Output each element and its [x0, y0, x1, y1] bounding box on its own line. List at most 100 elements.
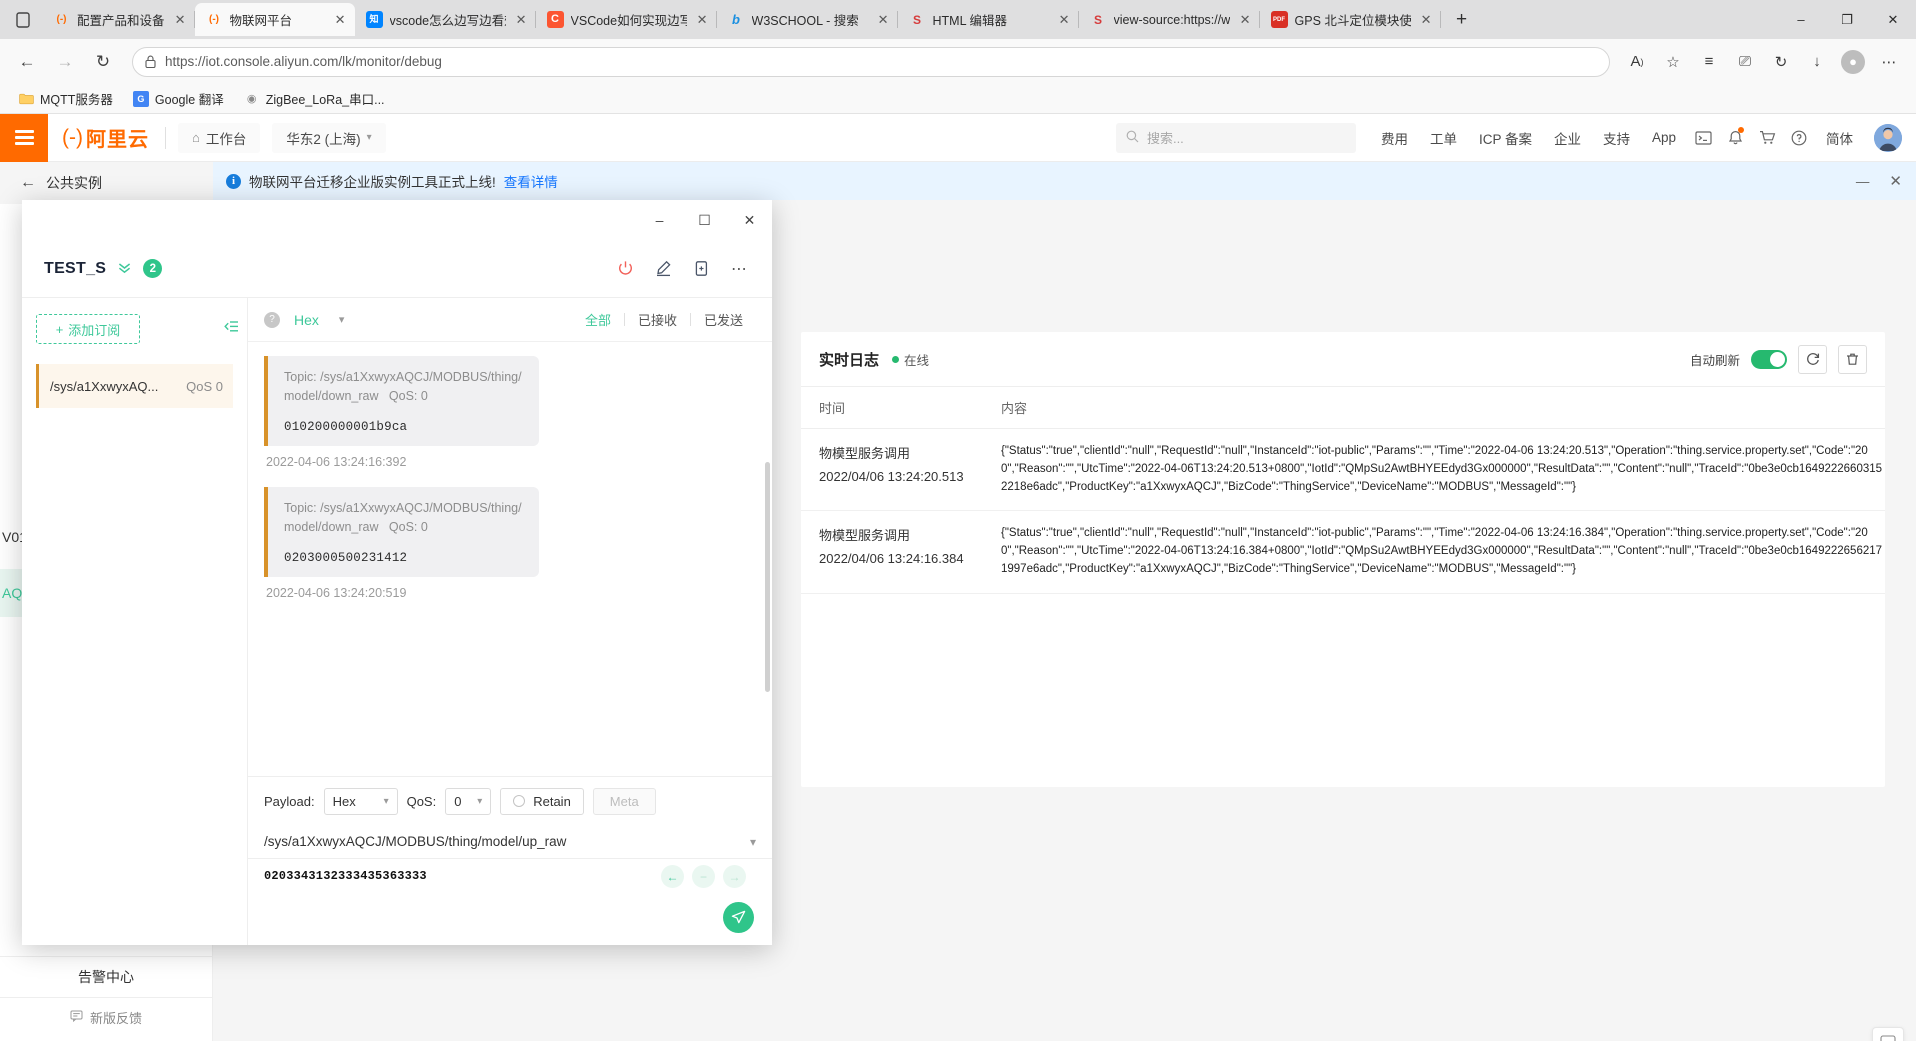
copy-icon[interactable]: [690, 258, 712, 280]
bookmark-google-translate[interactable]: G Google 翻译: [125, 86, 232, 111]
bookmark-mqtt-server[interactable]: MQTT服务器: [10, 86, 121, 111]
language-selector[interactable]: 简体: [1815, 128, 1864, 148]
history-icon[interactable]: ↻: [1764, 45, 1798, 79]
browser-tab-0[interactable]: (-) 配置产品和设备 ✕: [42, 3, 195, 36]
connection-name: TEST_S: [44, 260, 106, 278]
cart-icon[interactable]: [1751, 122, 1783, 154]
browser-tab-5[interactable]: S HTML 编辑器 ✕: [898, 3, 1079, 36]
forward-icon[interactable]: →: [48, 45, 82, 79]
retain-checkbox[interactable]: Retain: [500, 788, 584, 815]
auto-refresh-label: 自动刷新: [1690, 350, 1740, 369]
hamburger-icon[interactable]: [0, 114, 48, 162]
close-icon[interactable]: ✕: [694, 11, 711, 28]
header-link-app[interactable]: App: [1641, 130, 1687, 145]
header-link-enterprise[interactable]: 企业: [1543, 128, 1592, 148]
list-item[interactable]: /sys/a1XxwyxAQ... QoS 0: [36, 364, 233, 408]
browser-tab-6[interactable]: S view-source:https://www. ✕: [1079, 3, 1260, 36]
history-prev-icon[interactable]: ←: [661, 865, 684, 888]
close-icon[interactable]: ✕: [1418, 11, 1435, 28]
search-input[interactable]: 搜索...: [1116, 123, 1356, 153]
scrollbar[interactable]: [765, 462, 770, 692]
meta-button[interactable]: Meta: [593, 788, 656, 815]
close-icon[interactable]: ✕: [1237, 11, 1254, 28]
minimize-window-button[interactable]: –: [1778, 0, 1824, 39]
public-instance-link[interactable]: ← 公共实例: [0, 162, 213, 204]
chat-bubble-icon[interactable]: [1872, 1027, 1904, 1041]
more-icon[interactable]: ⋯: [728, 258, 750, 280]
filter-received[interactable]: 已接收: [625, 310, 690, 329]
list-item[interactable]: Topic: /sys/a1XxwyxAQCJ/MODBUS/thing/mod…: [264, 356, 539, 446]
browser-tab-3[interactable]: C VSCode如何实现边写边改 ✕: [536, 3, 717, 36]
close-icon[interactable]: ✕: [332, 11, 349, 28]
bookmark-zigbee-lora[interactable]: ◉ ZigBee_LoRa_串口...: [236, 86, 393, 111]
collections-icon[interactable]: ≡: [1692, 45, 1726, 79]
edit-icon[interactable]: [652, 258, 674, 280]
avatar[interactable]: [1874, 124, 1902, 152]
minimize-window-button[interactable]: –: [637, 200, 682, 240]
restore-window-button[interactable]: ❐: [1824, 0, 1870, 39]
close-icon[interactable]: ✕: [172, 11, 189, 28]
refresh-icon[interactable]: [1798, 345, 1827, 374]
help-icon[interactable]: [1783, 122, 1815, 154]
history-next-icon[interactable]: →: [723, 865, 746, 888]
history-minus-icon[interactable]: −: [692, 865, 715, 888]
power-icon[interactable]: [614, 258, 636, 280]
table-row[interactable]: 物模型服务调用 2022/04/06 13:24:20.513 {"Status…: [801, 429, 1885, 511]
double-chevron-down-icon[interactable]: [117, 260, 132, 278]
terminal-icon[interactable]: [1687, 122, 1719, 154]
notice-detail-link[interactable]: 查看详情: [504, 171, 558, 191]
downloads-icon[interactable]: ↓: [1800, 45, 1834, 79]
message-format-label[interactable]: Hex: [294, 312, 319, 328]
notice-close-button[interactable]: ✕: [1889, 172, 1902, 190]
new-tab-button[interactable]: +: [1447, 5, 1477, 35]
collapse-panel-icon[interactable]: [224, 320, 239, 337]
notice-minimize-button[interactable]: —: [1856, 174, 1870, 189]
close-icon[interactable]: ✕: [1056, 11, 1073, 28]
retain-label: Retain: [533, 794, 571, 809]
maximize-window-button[interactable]: ☐: [682, 200, 727, 240]
compose-editor[interactable]: 0203343132333435363333 ← − →: [248, 859, 772, 945]
browser-tab-7[interactable]: PDF GPS 北斗定位模块使用说明 ✕: [1260, 3, 1441, 36]
bell-icon[interactable]: [1719, 122, 1751, 154]
qos-select[interactable]: 0 ▾: [445, 788, 491, 815]
browser-tab-4[interactable]: b W3SCHOOL - 搜索 ✕: [717, 3, 898, 36]
settings-more-icon[interactable]: ⋯: [1872, 45, 1906, 79]
close-window-button[interactable]: ✕: [727, 200, 772, 240]
browser-tab-2[interactable]: 知 vscode怎么边写边看效果 - ✕: [355, 3, 536, 36]
compose-topic-select[interactable]: /sys/a1XxwyxAQCJ/MODBUS/thing/model/up_r…: [248, 825, 772, 859]
tab-search-icon[interactable]: [4, 0, 42, 39]
filter-all[interactable]: 全部: [572, 310, 624, 329]
mqtt-window-titlebar[interactable]: – ☐ ✕: [22, 200, 772, 240]
profile-icon[interactable]: ●: [1836, 45, 1870, 79]
header-link-fees[interactable]: 费用: [1370, 128, 1419, 148]
add-subscription-button[interactable]: + 添加订阅: [36, 314, 140, 344]
table-row[interactable]: 物模型服务调用 2022/04/06 13:24:16.384 {"Status…: [801, 511, 1885, 593]
reload-icon[interactable]: ↻: [86, 45, 120, 79]
chevron-down-icon[interactable]: ▾: [339, 313, 345, 326]
payload-format-select[interactable]: Hex ▾: [324, 788, 398, 815]
clear-icon[interactable]: [1838, 345, 1867, 374]
split-screen-icon[interactable]: ⎚: [1728, 45, 1762, 79]
sidebar-item-alarm-center[interactable]: 告警中心: [0, 957, 212, 997]
browser-tab-1[interactable]: (-) 物联网平台 ✕: [195, 3, 355, 36]
send-button[interactable]: [723, 902, 754, 933]
close-icon[interactable]: ✕: [513, 11, 530, 28]
header-link-support[interactable]: 支持: [1592, 128, 1641, 148]
region-selector[interactable]: 华东2 (上海) ▾: [272, 123, 385, 153]
filter-sent[interactable]: 已发送: [691, 310, 756, 329]
address-bar[interactable]: https://iot.console.aliyun.com/lk/monito…: [132, 47, 1610, 77]
back-icon[interactable]: ←: [10, 45, 44, 79]
header-link-icp[interactable]: ICP 备案: [1468, 128, 1543, 148]
mqtt-connection-bar: TEST_S 2 ⋯: [22, 240, 772, 298]
read-aloud-icon[interactable]: A): [1620, 45, 1654, 79]
close-icon[interactable]: ✕: [875, 11, 892, 28]
feedback-button[interactable]: 新版反馈: [0, 997, 212, 1037]
auto-refresh-toggle[interactable]: [1751, 350, 1787, 369]
header-link-tickets[interactable]: 工单: [1419, 128, 1468, 148]
close-window-button[interactable]: ✕: [1870, 0, 1916, 39]
list-item[interactable]: Topic: /sys/a1XxwyxAQCJ/MODBUS/thing/mod…: [264, 487, 539, 577]
aliyun-logo[interactable]: (-) 阿里云: [48, 114, 165, 162]
help-circle-icon[interactable]: ?: [264, 312, 280, 328]
workbench-button[interactable]: ⌂ 工作台: [178, 123, 260, 153]
add-favorite-icon[interactable]: ☆: [1656, 45, 1690, 79]
